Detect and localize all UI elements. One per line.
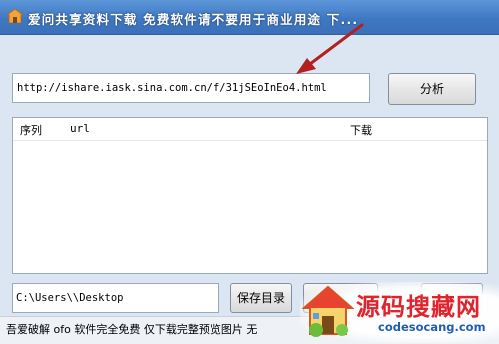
list-header: 序列 url 下载 <box>13 118 487 141</box>
title-bar[interactable]: 爱问共享资料下载 免费软件请不要用于商业用途 下... <box>0 0 499 35</box>
column-header-url[interactable]: url <box>70 122 90 135</box>
watermark-domain: codesocang.com <box>378 320 486 334</box>
house-logo-icon <box>302 285 354 337</box>
column-header-download[interactable]: 下载 <box>350 122 372 138</box>
status-text: 吾爱破解 ofo 软件完全免费 仅下载完整预览图片 无 <box>6 323 258 336</box>
watermark: 源码搜藏网 codesocang.com <box>300 282 499 343</box>
save-path-input[interactable]: C:\Users\\Desktop <box>12 283 219 313</box>
save-directory-button[interactable]: 保存目录 <box>230 283 292 313</box>
watermark-title: 源码搜藏网 <box>356 293 481 321</box>
app-icon <box>7 9 23 23</box>
analyze-button[interactable]: 分析 <box>388 73 476 105</box>
column-header-sequence[interactable]: 序列 <box>20 122 42 138</box>
annotation-arrow-icon <box>296 23 364 74</box>
download-list[interactable]: 序列 url 下载 <box>12 117 488 274</box>
